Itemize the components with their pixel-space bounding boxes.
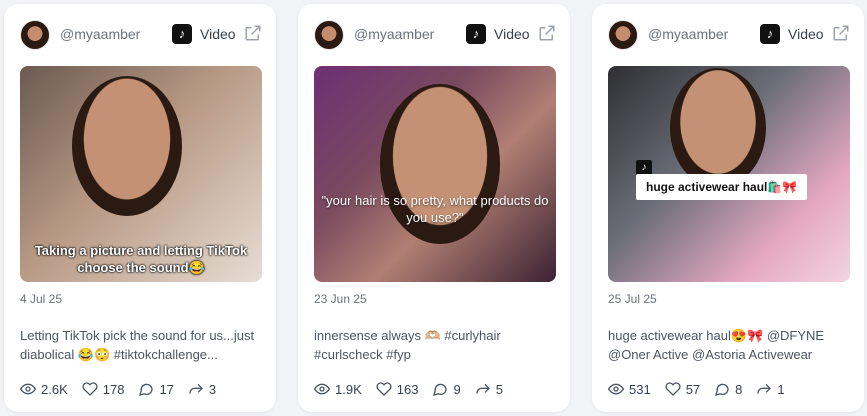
- share-icon: [757, 383, 772, 394]
- post-card[interactable]: @myaamber ♪ Video ♪ huge activewear haul…: [592, 4, 864, 412]
- thumbnail-caption: huge activewear haul🛍️🎀: [636, 174, 808, 200]
- post-type-label: Video: [494, 26, 530, 42]
- comments-count: 9: [453, 381, 461, 397]
- views-count: 1.9K: [335, 381, 362, 397]
- creator-handle[interactable]: @myaamber: [60, 26, 140, 42]
- views-count: 2.6K: [41, 381, 68, 397]
- thumbnail-caption: "your hair is so pretty, what products d…: [321, 193, 549, 225]
- share-icon: [189, 383, 203, 394]
- likes-stat: 57: [665, 381, 700, 397]
- thumbnail-image: [72, 76, 182, 216]
- heart-icon: [82, 382, 98, 396]
- shares-count: 3: [208, 381, 217, 397]
- tiktok-icon: ♪: [172, 24, 192, 44]
- views-count: 531: [629, 381, 651, 397]
- post-type-label: Video: [200, 26, 236, 42]
- card-header: @myaamber ♪ Video: [20, 18, 264, 52]
- card-header: @myaamber ♪ Video: [314, 18, 558, 52]
- external-link-icon[interactable]: [538, 24, 556, 42]
- post-card[interactable]: @myaamber ♪ Video "your hair is so prett…: [298, 4, 570, 412]
- likes-count: 178: [102, 381, 125, 397]
- eye-icon: [20, 383, 36, 395]
- views-stat: 2.6K: [20, 381, 68, 397]
- comments-stat: 17: [138, 381, 174, 397]
- post-stats: 2.6K 178 17 3: [20, 380, 230, 398]
- comments-stat: 9: [432, 381, 461, 397]
- post-date: 23 Jun 25: [314, 292, 367, 306]
- tiktok-icon: ♪: [466, 24, 486, 44]
- shares-stat: 5: [475, 381, 503, 397]
- share-icon: [476, 383, 490, 394]
- heart-icon: [376, 382, 392, 396]
- comments-count: 17: [159, 381, 174, 397]
- comments-stat: 8: [714, 381, 742, 397]
- post-description: innersense always 🫶🏼 #curlyhair #curlsch…: [314, 328, 501, 362]
- post-stats: 531 57 8 1: [608, 380, 799, 398]
- views-stat: 1.9K: [314, 381, 362, 397]
- thumbnail-caption: Taking a picture and letting TikTok choo…: [34, 243, 248, 275]
- eye-icon: [608, 383, 624, 395]
- external-link-icon[interactable]: [832, 24, 850, 42]
- post-card[interactable]: @myaamber ♪ Video Taking a picture and l…: [4, 4, 276, 412]
- comment-icon: [433, 383, 448, 396]
- post-type-label: Video: [788, 26, 824, 42]
- post-description: huge activewear haul😍🎀 @DFYNE @Oner Acti…: [608, 328, 825, 362]
- post-date: 25 Jul 25: [608, 292, 657, 306]
- thumbnail-image: [670, 68, 766, 188]
- likes-count: 57: [685, 381, 701, 397]
- likes-stat: 178: [82, 381, 125, 397]
- card-header: @myaamber ♪ Video: [608, 18, 852, 52]
- likes-count: 163: [396, 381, 419, 397]
- creator-handle[interactable]: @myaamber: [354, 26, 434, 42]
- comment-icon: [715, 383, 729, 396]
- heart-icon: [665, 382, 681, 396]
- shares-count: 5: [495, 381, 503, 397]
- video-thumbnail[interactable]: ♪ huge activewear haul🛍️🎀: [608, 66, 850, 282]
- likes-stat: 163: [376, 381, 419, 397]
- eye-icon: [314, 383, 330, 395]
- external-link-icon[interactable]: [244, 24, 262, 42]
- comment-icon: [139, 383, 154, 396]
- post-stats: 1.9K 163 9 5: [314, 380, 517, 398]
- avatar[interactable]: [314, 20, 344, 50]
- post-description: Letting TikTok pick the sound for us...j…: [20, 328, 255, 362]
- video-thumbnail[interactable]: Taking a picture and letting TikTok choo…: [20, 66, 262, 282]
- views-stat: 531: [608, 381, 651, 397]
- shares-count: 1: [777, 381, 785, 397]
- comments-count: 8: [735, 381, 743, 397]
- avatar[interactable]: [608, 20, 638, 50]
- shares-stat: 3: [188, 381, 216, 397]
- post-date: 4 Jul 25: [20, 292, 63, 306]
- shares-stat: 1: [756, 381, 785, 397]
- creator-handle[interactable]: @myaamber: [648, 26, 728, 42]
- tiktok-icon: ♪: [760, 24, 780, 44]
- video-thumbnail[interactable]: "your hair is so pretty, what products d…: [314, 66, 556, 282]
- avatar[interactable]: [20, 20, 50, 50]
